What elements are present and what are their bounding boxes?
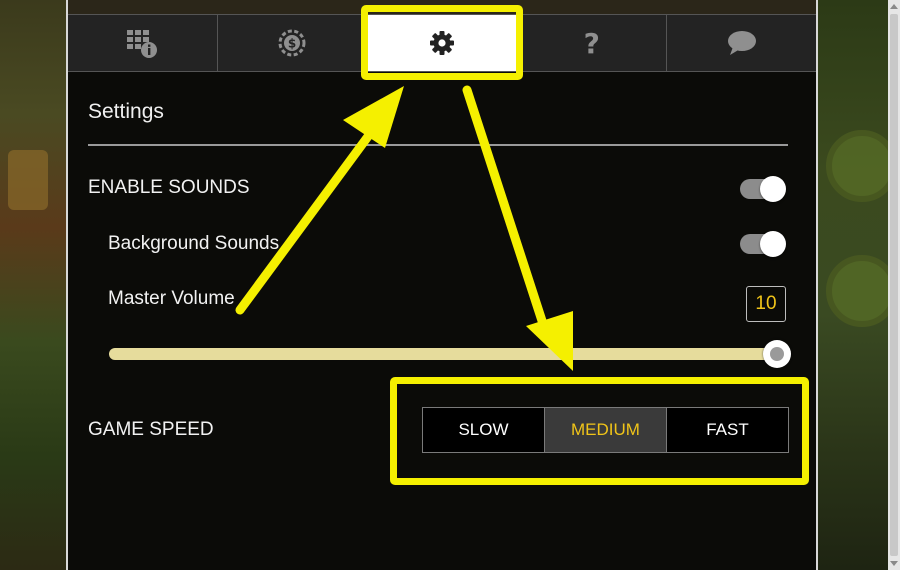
- scroll-up-arrow-icon[interactable]: [890, 4, 898, 9]
- enable-sounds-toggle[interactable]: [740, 176, 786, 202]
- paytable-grid-icon: [127, 30, 158, 58]
- background-sounds-toggle[interactable]: [740, 231, 786, 257]
- page-title: Settings: [88, 100, 164, 123]
- game-speed-highlight-box: [390, 377, 809, 485]
- game-background-left: [0, 0, 70, 570]
- scroll-down-arrow-icon[interactable]: [890, 561, 898, 566]
- coin-bet-icon: $: [278, 29, 306, 57]
- svg-text:$: $: [288, 37, 296, 51]
- tab-bet[interactable]: $: [218, 15, 368, 71]
- tab-help[interactable]: ?: [517, 15, 668, 71]
- tab-paytable[interactable]: [68, 15, 218, 71]
- toggle-knob: [760, 176, 786, 202]
- title-divider: [88, 144, 788, 146]
- background-sounds-label: Background Sounds: [108, 233, 280, 254]
- page-scrollbar[interactable]: [888, 0, 900, 570]
- master-volume-value: 10: [746, 286, 786, 322]
- tab-chat[interactable]: [667, 15, 816, 71]
- scrollbar-thumb[interactable]: [890, 14, 898, 556]
- enable-sounds-label: ENABLE SOUNDS: [88, 177, 250, 198]
- question-icon: ?: [583, 26, 600, 60]
- toggle-knob: [760, 231, 786, 257]
- master-volume-slider-thumb[interactable]: [763, 340, 791, 368]
- settings-tab-highlight-box: [361, 5, 523, 80]
- chat-icon: [727, 31, 756, 55]
- master-volume-slider-track[interactable]: [109, 348, 779, 360]
- game-speed-label: GAME SPEED: [88, 419, 214, 440]
- master-volume-label: Master Volume: [108, 288, 235, 309]
